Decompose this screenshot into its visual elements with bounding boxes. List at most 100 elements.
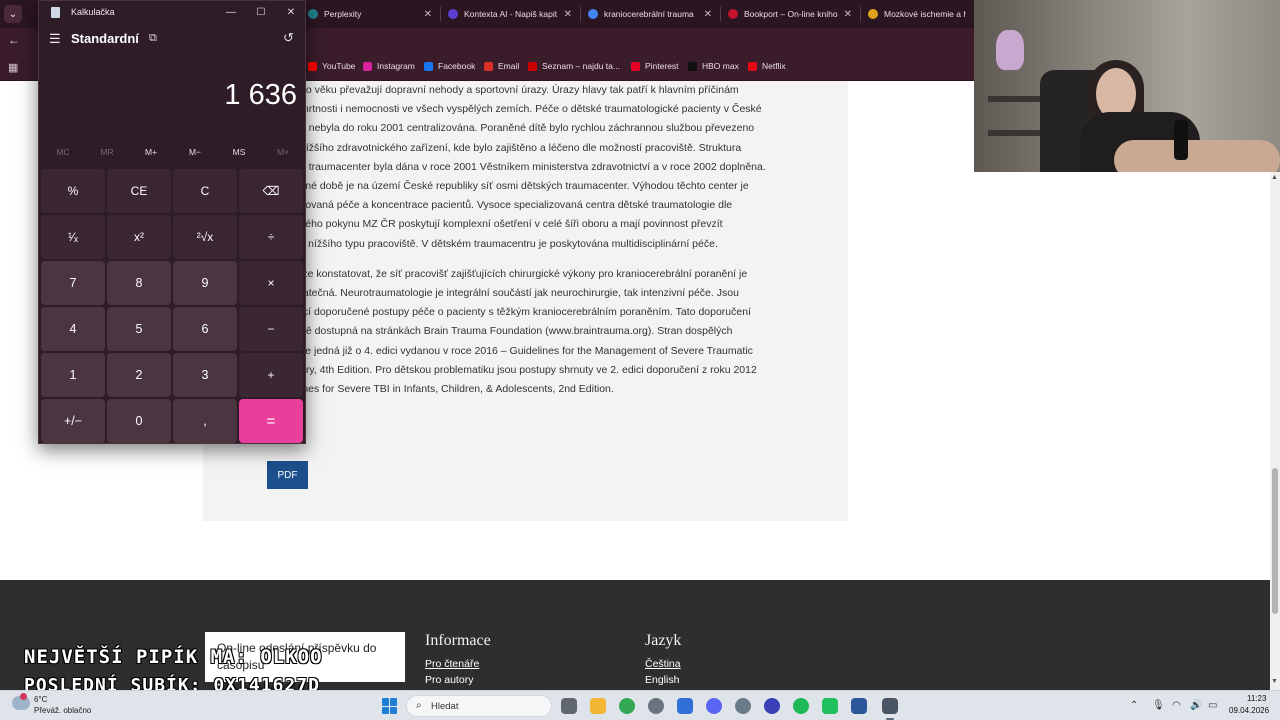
decimal-button[interactable]: , — [173, 399, 237, 443]
digit-0-button[interactable]: 0 — [107, 399, 171, 443]
page-scrollbar[interactable]: ▲ ▼ — [1270, 172, 1280, 690]
weather-temperature: 6°C — [34, 695, 48, 704]
webcam-microphone — [1174, 120, 1188, 160]
memory-button[interactable]: M˅ — [263, 147, 303, 157]
chrome-icon[interactable] — [619, 698, 635, 714]
bookmark-label: YouTube — [322, 61, 356, 71]
minimize-icon[interactable]: — — [221, 4, 241, 20]
browser-tab[interactable]: Perplexity ✕ — [302, 4, 438, 24]
calculator-taskbar-icon[interactable] — [882, 698, 898, 714]
clock-time[interactable]: 11:23 — [1247, 694, 1266, 703]
close-icon[interactable]: ✕ — [281, 4, 301, 20]
word-icon[interactable] — [851, 698, 867, 714]
bookmark-item[interactable]: Pinterest — [631, 61, 679, 71]
bookmark-item[interactable]: YouTube — [308, 61, 355, 71]
digit-2-button[interactable]: 2 — [107, 353, 171, 397]
memory-button[interactable]: M− — [175, 147, 215, 157]
discord-icon[interactable] — [706, 698, 722, 714]
browser-tab[interactable]: Mozkové ischemie a hem — [862, 4, 972, 24]
back-arrow-icon[interactable]: ← — [8, 33, 20, 47]
pdf-download-button[interactable]: PDF — [267, 461, 308, 489]
apps-grid-icon[interactable]: ▦ — [8, 61, 18, 74]
backspace-button[interactable]: ⌫ — [239, 169, 303, 213]
tab-list-button[interactable]: ⌄ — [4, 5, 22, 23]
memory-button[interactable]: MC — [43, 147, 83, 157]
bookmark-icon — [528, 61, 537, 71]
wifi-icon[interactable]: ◠ — [1172, 700, 1181, 711]
memory-button[interactable]: M+ — [131, 147, 171, 157]
footer-link-english[interactable]: English — [645, 674, 681, 686]
browser-tab[interactable]: Bookport – On-line kniho ✕ — [722, 4, 858, 24]
history-icon[interactable]: ↺ — [283, 30, 294, 46]
clear-entry-button[interactable]: CE — [107, 169, 171, 213]
digit-1-button[interactable]: 1 — [41, 353, 105, 397]
hamburger-menu-icon[interactable]: ☰ — [49, 31, 61, 47]
scroll-thumb[interactable] — [1272, 468, 1278, 614]
calculator-titlebar[interactable]: Kalkulačka — ☐ ✕ — [39, 1, 305, 25]
equals-button[interactable]: = — [239, 399, 303, 443]
windows-start-icon[interactable] — [382, 698, 398, 714]
square-button[interactable]: x² — [107, 215, 171, 259]
opera-icon[interactable] — [764, 698, 780, 714]
bookmark-icon — [484, 61, 493, 71]
article-line: n traumacenter byla dána v roce 2001 Věs… — [300, 160, 766, 173]
bookmark-item[interactable]: Instagram — [363, 61, 415, 71]
bookmark-icon — [631, 61, 640, 71]
bookmark-item[interactable]: Facebook — [424, 61, 475, 71]
close-tab-icon[interactable]: ✕ — [424, 9, 432, 20]
memory-button[interactable]: MR — [87, 147, 127, 157]
digit-5-button[interactable]: 5 — [107, 307, 171, 351]
calculator-header: ☰ Standardní ⧉ ↺ — [39, 27, 305, 53]
footer-link-authors[interactable]: Pro autory — [425, 674, 491, 686]
footer-language-column: Jazyk Čeština English — [645, 632, 681, 690]
digit-8-button[interactable]: 8 — [107, 261, 171, 305]
browser-tab[interactable]: kraniocerebrální trauma ✕ — [582, 4, 718, 24]
divide-button[interactable]: ÷ — [239, 215, 303, 259]
settings-gear-icon[interactable] — [648, 698, 664, 714]
digit-9-button[interactable]: 9 — [173, 261, 237, 305]
close-tab-icon[interactable]: ✕ — [704, 9, 712, 20]
volume-icon[interactable]: 🔊 — [1190, 700, 1202, 711]
tray-chevron-icon[interactable]: ⌃ — [1130, 700, 1138, 711]
digit-7-button[interactable]: 7 — [41, 261, 105, 305]
digit-4-button[interactable]: 4 — [41, 307, 105, 351]
digit-6-button[interactable]: 6 — [173, 307, 237, 351]
microphone-icon[interactable]: 🎙 — [1152, 700, 1165, 711]
bookmark-item[interactable]: HBO max — [688, 61, 739, 71]
bookmark-item[interactable]: Seznam – najdu ta... — [528, 61, 620, 71]
obs-icon[interactable] — [735, 698, 751, 714]
file-explorer-icon[interactable] — [590, 698, 606, 714]
clear-button[interactable]: C — [173, 169, 237, 213]
footer-link-readers[interactable]: Pro čtenáře — [425, 658, 491, 670]
scroll-up-icon[interactable]: ▲ — [1271, 174, 1278, 181]
maximize-icon[interactable]: ☐ — [251, 4, 271, 20]
scroll-down-icon[interactable]: ▼ — [1271, 678, 1278, 685]
streamlabs-icon[interactable] — [822, 698, 838, 714]
reciprocal-button[interactable]: ¹⁄ₓ — [41, 215, 105, 259]
bookmark-item[interactable]: Netflix — [748, 61, 786, 71]
multiply-button[interactable]: × — [239, 261, 303, 305]
article-line: ně dostupná na stránkách Brain Trauma Fo… — [300, 325, 733, 338]
webcam-plush-toy — [996, 30, 1024, 70]
percent-button[interactable]: % — [41, 169, 105, 213]
bookmark-label: Pinterest — [645, 61, 679, 71]
photos-icon[interactable] — [677, 698, 693, 714]
close-tab-icon[interactable]: ✕ — [844, 9, 852, 20]
keep-on-top-icon[interactable]: ⧉ — [149, 32, 157, 45]
close-tab-icon[interactable]: ✕ — [564, 9, 572, 20]
clock-date[interactable]: 09.04.2026 — [1229, 706, 1269, 715]
footer-link-czech[interactable]: Čeština — [645, 658, 681, 670]
bookmark-item[interactable]: Email — [484, 61, 519, 71]
subtract-button[interactable]: − — [239, 307, 303, 351]
square-root-button[interactable]: ²√x — [173, 215, 237, 259]
spotify-icon[interactable] — [793, 698, 809, 714]
browser-tab[interactable]: Kontexta AI - Napiš kapit ✕ — [442, 4, 578, 24]
taskbar-search[interactable]: ⌕ Hledat — [406, 695, 552, 717]
battery-icon[interactable]: ▭ — [1208, 700, 1217, 711]
footer-info-title: Informace — [425, 632, 491, 649]
digit-3-button[interactable]: 3 — [173, 353, 237, 397]
negate-button[interactable]: +/− — [41, 399, 105, 443]
memory-button[interactable]: MS — [219, 147, 259, 157]
task-view-icon[interactable] — [561, 698, 577, 714]
add-button[interactable]: + — [239, 353, 303, 397]
